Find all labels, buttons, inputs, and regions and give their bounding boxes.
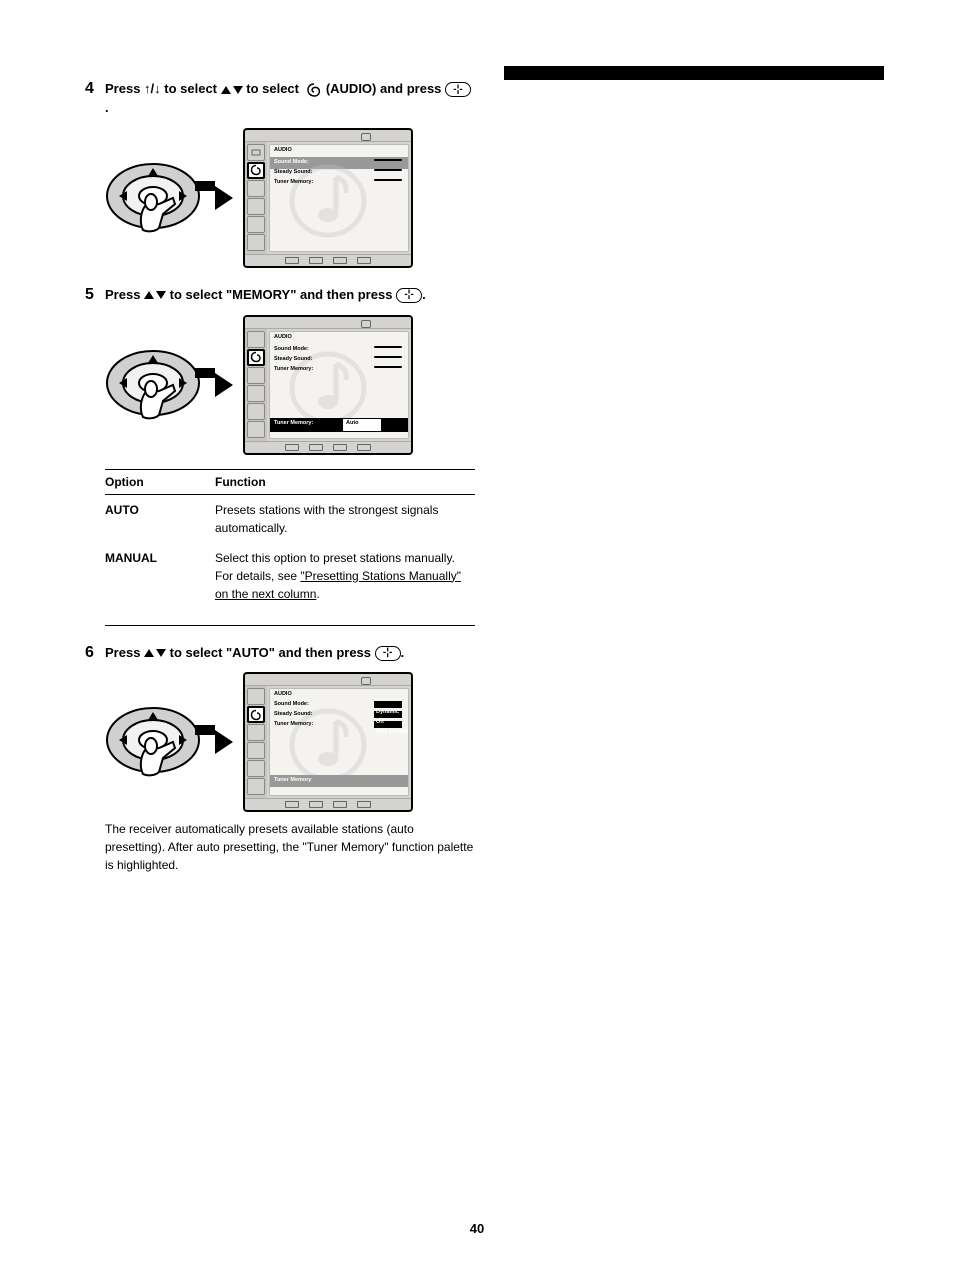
row-label: Steady Sound: (274, 169, 313, 175)
enter-button-icon: -¦- (445, 82, 471, 97)
opt-manual: MANUAL (105, 549, 215, 603)
step-6: 6 Press to select "AUTO" and then press … (105, 644, 475, 875)
row-label: Sound Mode: (274, 346, 309, 352)
enter-button-icon: -¦- (396, 288, 422, 303)
row-label: Tuner Memory: (274, 179, 313, 185)
screen-audio-selected: AUDIO Sound Mode: Steady Sound: Tuner Me… (243, 128, 413, 268)
row-label: Tuner Memory: (274, 420, 313, 426)
audio-tab-icon (247, 706, 265, 723)
val: Dynamic (376, 709, 399, 715)
fn-auto: Presets stations with the strongest sign… (215, 501, 475, 537)
step-4-text: Press ↑/↓ to select to select (AUDIO) an… (105, 80, 475, 118)
left-column: 4 Press ↑/↓ to select to select (AUDIO) … (105, 66, 475, 892)
step-6-text: Press to select "AUTO" and then press -¦… (105, 644, 475, 663)
dpad-press-illustration (105, 700, 205, 784)
tab-icon (247, 144, 265, 161)
panel-title: AUDIO (274, 147, 292, 153)
tab-icon (247, 234, 265, 251)
step-6-body: The receiver automatically presets avail… (105, 820, 475, 874)
step-5-text: Press to select "MEMORY" and then press … (105, 286, 475, 305)
col-function: Function (215, 475, 475, 489)
tab-icon (247, 198, 265, 215)
step-5-diagram: AUDIO Sound Mode: Steady Sound: Tuner Me… (105, 315, 475, 455)
row-label: Sound Mode: (274, 701, 309, 707)
section-header-bar (504, 66, 884, 80)
fn-manual: Select this option to preset stations ma… (215, 549, 475, 603)
option-table: Option Function AUTO Presets stations wi… (105, 469, 475, 609)
panel-title: AUDIO (274, 691, 292, 697)
text: Press ↑/↓ to select (105, 81, 221, 96)
step-5: 5 Press to select "MEMORY" and then pres… (105, 286, 475, 626)
arrow-right-icon (215, 730, 233, 754)
audio-tab-icon (247, 349, 265, 366)
text: . (316, 587, 319, 601)
table-header: Option Function (105, 470, 475, 495)
divider (105, 625, 475, 626)
row-label: Steady Sound: (274, 711, 313, 717)
dropdown-auto: Auto (346, 420, 359, 426)
val: FM1 87.50MHz (376, 729, 409, 735)
dpad-press-illustration (105, 343, 205, 427)
opt-auto: AUTO (105, 501, 215, 537)
val: Off (376, 719, 384, 725)
row-label: Tuner Memory: (274, 721, 313, 727)
step-4: 4 Press ↑/↓ to select to select (AUDIO) … (105, 80, 475, 268)
up-down-arrows-icon (221, 86, 243, 94)
arrow-right-icon (215, 373, 233, 397)
step-4-diagram: AUDIO Sound Mode: Steady Sound: Tuner Me… (105, 128, 475, 268)
text: (AUDIO) and press (326, 81, 445, 96)
tab-icon (247, 180, 265, 197)
text: . (105, 100, 109, 115)
enter-button-icon: -¦- (375, 646, 401, 661)
up-down-arrows-icon (144, 291, 166, 299)
step-6-diagram: AUDIO Sound Mode: Steady Sound: Tuner Me… (105, 672, 475, 812)
page-number: 40 (0, 1221, 954, 1236)
table-row: MANUAL Select this option to preset stat… (105, 543, 475, 609)
row-label: Sound Mode: (274, 159, 309, 165)
screen-memory-selected: AUDIO Sound Mode: Steady Sound: Tuner Me… (243, 315, 413, 455)
up-down-arrows-icon (144, 649, 166, 657)
audio-swirl-icon (306, 82, 322, 98)
audio-tab-icon (247, 162, 265, 179)
step-number: 5 (85, 286, 94, 304)
tab-icon (247, 216, 265, 233)
footer-label: Tuner Memory (274, 777, 312, 783)
row-label: Tuner Memory: (274, 366, 313, 372)
arrow-right-icon (215, 186, 233, 210)
table-row: AUTO Presets stations with the strongest… (105, 495, 475, 543)
row-label: Steady Sound: (274, 356, 313, 362)
dpad-press-illustration (105, 156, 205, 240)
col-option: Option (105, 475, 215, 489)
panel-title: AUDIO (274, 334, 292, 340)
step-number: 4 (85, 80, 94, 98)
step-number: 6 (85, 644, 94, 662)
screen-auto-result: AUDIO Sound Mode: Steady Sound: Tuner Me… (243, 672, 413, 812)
